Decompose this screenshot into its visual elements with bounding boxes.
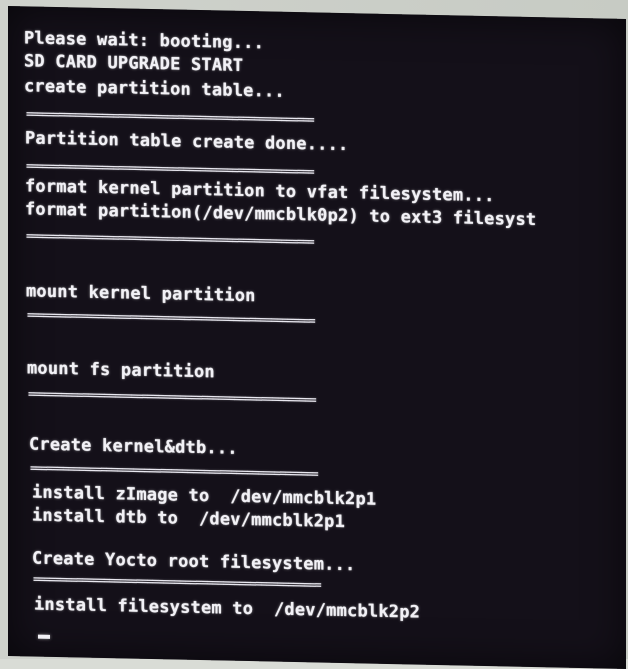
- console-separator: ========================================…: [27, 308, 315, 328]
- console-separator: ========================================…: [26, 159, 314, 179]
- console-line-create-yocto: Create Yocto root filesystem...: [32, 548, 356, 576]
- console-line-create-partition: create partition table...: [24, 76, 285, 102]
- console-separator: ========================================…: [33, 572, 321, 592]
- console-cursor: [38, 634, 50, 639]
- console-line-install-dtb: install dtb to /dev/mmcblk2p1: [32, 505, 346, 533]
- console-screen: Please wait: booting... SD CARD UPGRADE …: [8, 6, 626, 669]
- monitor-bezel: Please wait: booting... SD CARD UPGRADE …: [0, 0, 628, 669]
- console-line-mount-kernel: mount kernel partition: [26, 281, 256, 307]
- console-separator: ========================================…: [26, 107, 314, 127]
- console-separator: ========================================…: [30, 461, 318, 481]
- console-line-mount-fs: mount fs partition: [27, 358, 215, 383]
- console-line-sd-upgrade: SD CARD UPGRADE START: [24, 51, 244, 76]
- console-line-create-kernel-dtb: Create kernel&dtb...: [29, 434, 238, 459]
- console-line-partition-done: Partition table create done....: [25, 128, 349, 156]
- console-line-install-filesystem: install filesystem to /dev/mmcblk2p2: [34, 594, 421, 623]
- console-separator: ========================================…: [26, 229, 314, 249]
- console-separator: ========================================…: [28, 387, 316, 407]
- console-line-booting: Please wait: booting...: [24, 28, 265, 54]
